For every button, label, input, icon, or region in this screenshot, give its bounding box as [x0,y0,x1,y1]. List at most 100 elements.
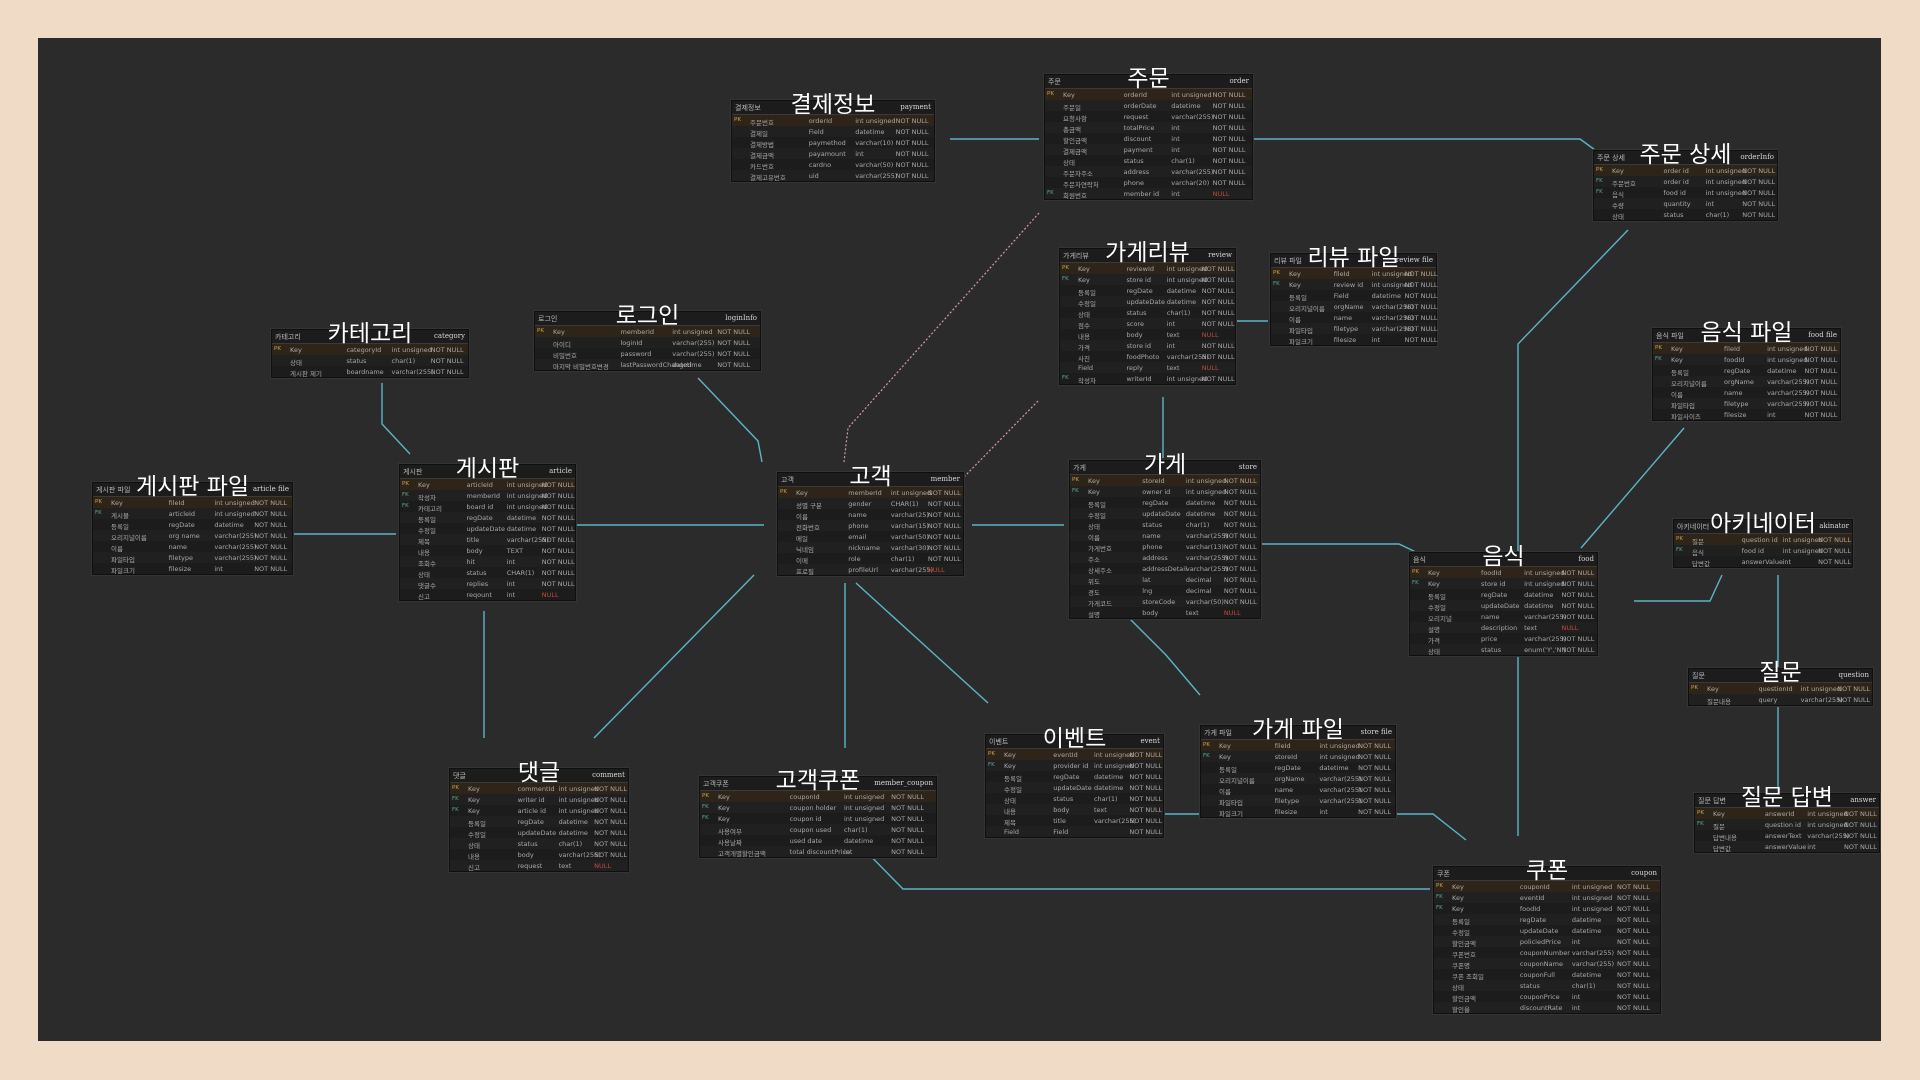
column-row[interactable]: FK 회원번호 member id int NULL [1045,188,1252,200]
entity-header[interactable]: 댓글 comment 댓글 [450,760,628,786]
column-row[interactable]: 주소 address varchar(255) NOT NULL [1070,552,1260,564]
column-row[interactable]: 성별 구분 gender CHAR(1) NOT NULL [778,498,963,510]
column-row[interactable]: PK Key memberId int unsigned NOT NULL [535,326,760,337]
column-row[interactable]: 쿠폰 조회일 couponFull datetime NOT NULL [1434,969,1660,981]
column-row[interactable]: FK 게시물 articleId int unsigned NOT NULL [93,508,292,520]
column-row[interactable]: FK Key owner id int unsigned NOT NULL [1070,486,1260,497]
column-row[interactable]: 고객개별할인금액 total discountPrice int NOT NULL [700,846,936,858]
column-row[interactable]: Field reply text NULL [1060,362,1235,373]
entity-header[interactable]: 결제정보 payment 결제정보 [732,92,934,118]
column-row[interactable]: 경도 lng decimal NOT NULL [1070,585,1260,597]
column-row[interactable]: 비밀번호 password varchar(255) NOT NULL [535,348,760,360]
column-row[interactable]: 등록일 regDate datetime NOT NULL [1060,285,1235,297]
entity-foodfile[interactable]: 음식 파일 food file 음식 파일 PK Key fileId int unsign… [1652,320,1841,421]
column-row[interactable]: 결제금액 payment int NOT NULL [1045,144,1252,156]
column-row[interactable]: FK 작성자 memberId int unsigned NOT NULL [400,490,575,502]
entity-akinator[interactable]: 아키네이터 akinator 아키네이터 PK 질문 question id int uns… [1673,511,1853,568]
column-row[interactable]: 사용날짜 used date datetime NOT NULL [700,835,936,847]
column-row[interactable]: 상태 status enum('Y','N') NOT NULL [1410,644,1597,656]
column-row[interactable]: PK Key commentId int unsigned NOT NULL [450,783,628,794]
column-row[interactable]: 수정일 updateDate datetime NOT NULL [986,782,1163,794]
entity-header[interactable]: 게시판 article 게시판 [400,456,575,482]
column-row[interactable]: FK Key article id int unsigned NOT NULL [450,805,628,816]
column-row[interactable]: PK Key orderId int unsigned NOT NULL [1045,89,1252,100]
column-row[interactable]: Field Field NOT NULL [986,826,1163,837]
column-row[interactable]: FK Key coupon holder int unsigned NOT NULL [700,802,936,813]
column-row[interactable]: 할인금액 policiedPrice int NOT NULL [1434,936,1660,948]
entity-membercoupon[interactable]: 고객쿠폰 member_coupon 고객쿠폰 PK Key couponId int un… [699,768,937,858]
column-row[interactable]: 오리지널이름 orgName varchar(255) NOT NULL [1201,773,1395,785]
column-row[interactable]: 신고 request text NULL [450,860,628,872]
column-row[interactable]: 파일타입 filetype varchar(255) NOT NULL [1653,398,1840,410]
column-row[interactable]: 등록일 regDate datetime NOT NULL [986,771,1163,783]
column-row[interactable]: FK Key eventId int unsigned NOT NULL [1434,892,1660,903]
column-row[interactable]: 쿠폰번호 couponNumber varchar(255) NOT NULL [1434,947,1660,959]
column-row[interactable]: FK 질문 question id int unsigned NOT NULL [1695,819,1879,831]
column-row[interactable]: 이메 role char(1) NOT NULL [778,553,963,565]
entity-article[interactable]: 게시판 article 게시판 PK Key articleId int unsigned N… [399,456,576,601]
column-row[interactable]: 파일타입 filetype varchar(255) NOT NULL [1271,323,1438,335]
column-row[interactable]: PK Key fileId int unsigned NOT NULL [1653,343,1840,354]
column-row[interactable]: 수량 quantity int NOT NULL [1594,198,1777,210]
column-row[interactable]: FK 주문번호 order id int unsigned NOT NULL [1594,176,1777,188]
column-row[interactable]: 내용 body text NOT NULL [986,804,1163,816]
column-row[interactable]: 내용 body TEXT NOT NULL [400,545,575,557]
entity-header[interactable]: 리뷰 파일 review file 리뷰 파일 [1271,245,1436,271]
entity-header[interactable]: 음식 food 음식 [1410,544,1597,570]
column-row[interactable]: PK Key foodId int unsigned NOT NULL [1410,567,1597,578]
column-row[interactable]: 등록일 regDate datetime NOT NULL [1070,497,1260,509]
column-row[interactable]: FK 음식 food id int unsigned NOT NULL [1594,187,1777,199]
column-row[interactable]: 결제방법 paymethod varchar(10) NOT NULL [732,137,934,149]
column-row[interactable]: 질문내용 query varchar(255) NOT NULL [1689,694,1872,706]
column-row[interactable]: 이름 name varchar(255) NOT NULL [93,541,292,553]
column-row[interactable]: FK 카테고리 board id int unsigned NOT NULL [400,501,575,513]
column-row[interactable]: FK Key coupon id int unsigned NOT NULL [700,813,936,824]
entity-order[interactable]: 주문 order 주문 PK Key orderId int unsigned NOT NUL… [1044,66,1253,200]
column-row[interactable]: FK Key store id int unsigned NOT NULL [1060,274,1235,285]
column-row[interactable]: PK 질문 question id int unsigned NOT NULL [1674,534,1852,546]
column-row[interactable]: 내용 body text NULL [1060,329,1235,341]
entity-store[interactable]: 가게 store 가게 PK Key storeId int unsigned NOT NUL… [1069,452,1261,619]
column-row[interactable]: PK Key memberId int unsigned NOT NULL [778,487,963,498]
column-row[interactable]: 수정일 updateDate datetime NOT NULL [1410,600,1597,612]
entity-payment[interactable]: 결제정보 payment 결제정보 PK 주문번호 orderId int unsigned… [731,92,935,182]
column-row[interactable]: 파일타입 filetype varchar(255) NOT NULL [1201,795,1395,807]
column-row[interactable]: 오리지널이름 orgName varchar(255) NOT NULL [1271,301,1438,313]
column-row[interactable]: 이름 name varchar(25) NOT NULL [778,509,963,521]
column-row[interactable]: 쿠폰명 couponName varchar(255) NOT NULL [1434,958,1660,970]
column-row[interactable]: PK Key couponId int unsigned NOT NULL [700,791,936,802]
column-row[interactable]: 답변내용 answerText varchar(255) NOT NULL [1695,830,1879,842]
erd-canvas[interactable]: 결제정보 payment 결제정보 PK 주문번호 orderId int unsigned… [38,38,1881,1041]
column-row[interactable]: PK Key answerId int unsigned NOT NULL [1695,808,1879,819]
column-row[interactable]: 위도 lat decimal NOT NULL [1070,574,1260,586]
column-row[interactable]: PK Key order id int unsigned NOT NULL [1594,165,1777,176]
entity-login[interactable]: 로그인 loginInfo 로그인 PK Key memberId int unsigned… [534,303,761,371]
column-row[interactable]: 등록일 Field datetime NOT NULL [1271,290,1438,302]
column-row[interactable]: 가격 store id int NOT NULL [1060,340,1235,352]
column-row[interactable]: FK Key store id int unsigned NOT NULL [1410,578,1597,589]
column-row[interactable]: 답변값 answerValue int NOT NULL [1695,841,1879,853]
entity-header[interactable]: 음식 파일 food file 음식 파일 [1653,320,1840,346]
column-row[interactable]: 주문일 orderDate datetime NOT NULL [1045,100,1252,112]
entity-header[interactable]: 이벤트 event 이벤트 [986,726,1163,752]
column-row[interactable]: 수정일 updateDate datetime NOT NULL [450,827,628,839]
column-row[interactable]: PK Key eventId int unsigned NOT NULL [986,749,1163,760]
column-row[interactable]: PK Key couponId int unsigned NOT NULL [1434,881,1660,892]
column-row[interactable]: 상태 status char(1) NOT NULL [1594,209,1777,221]
column-row[interactable]: 파일타입 filetype varchar(255) NOT NULL [93,552,292,564]
column-row[interactable]: PK Key fileId int unsigned NOT NULL [1271,268,1438,279]
entity-event[interactable]: 이벤트 event 이벤트 PK Key eventId int unsigned NOT N… [985,726,1164,838]
entity-header[interactable]: 질문 답변 answer 질문 답변 [1695,785,1879,811]
entity-reviewfile[interactable]: 리뷰 파일 review file 리뷰 파일 PK Key fileId int unsi… [1270,245,1438,346]
column-row[interactable]: 마지막 비밀번호변경 lastPasswordChanged datetime NOT… [535,359,760,371]
column-row[interactable]: 이름 name varchar(255) NOT NULL [1070,530,1260,542]
column-row[interactable]: 주문자주소 address varchar(255) NOT NULL [1045,166,1252,178]
column-row[interactable]: FK 음식 food id int unsigned NOT NULL [1674,545,1852,557]
column-row[interactable]: 등록일 regDate datetime NOT NULL [1410,589,1597,601]
column-row[interactable]: 닉네임 nickname varchar(30) NOT NULL [778,542,963,554]
column-row[interactable]: FK 작성자 writerId int unsigned NOT NULL [1060,373,1235,385]
entity-comment[interactable]: 댓글 comment 댓글 PK Key commentId int unsigned NOT… [449,760,629,872]
column-row[interactable]: FK Key writer id int unsigned NOT NULL [450,794,628,805]
column-row[interactable]: 조회수 hit int NOT NULL [400,556,575,568]
column-row[interactable]: 오리지널 name varchar(255) NOT NULL [1410,611,1597,623]
